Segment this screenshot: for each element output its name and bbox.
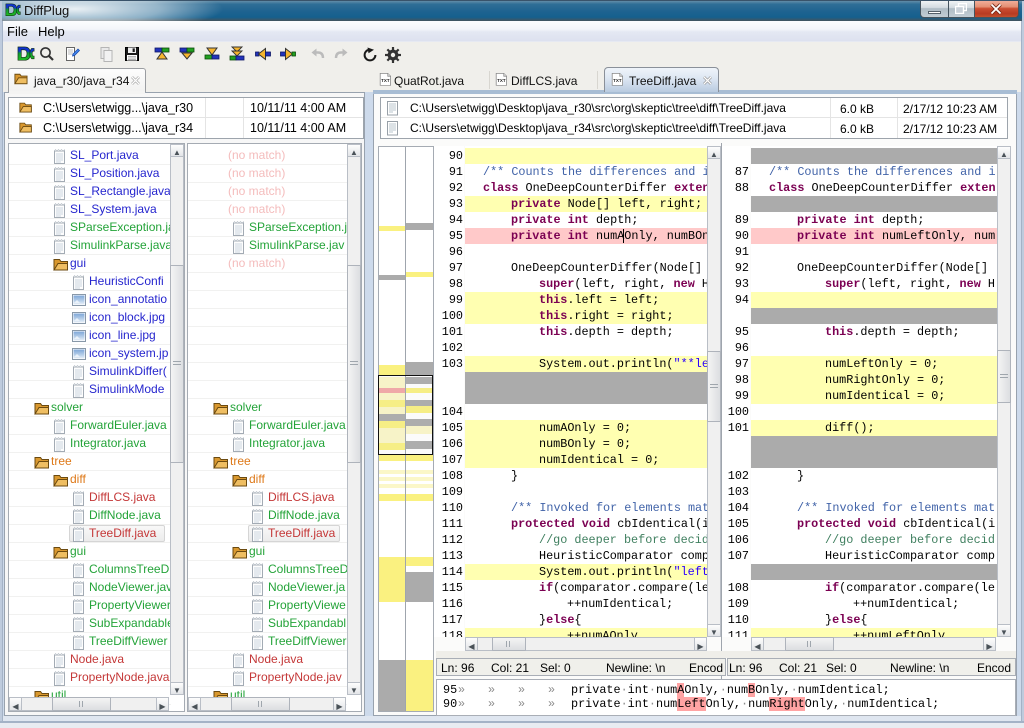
svg-text:TXT: TXT: [381, 78, 390, 83]
svg-text:TXT: TXT: [497, 78, 506, 83]
svg-text:TXT: TXT: [613, 78, 622, 83]
